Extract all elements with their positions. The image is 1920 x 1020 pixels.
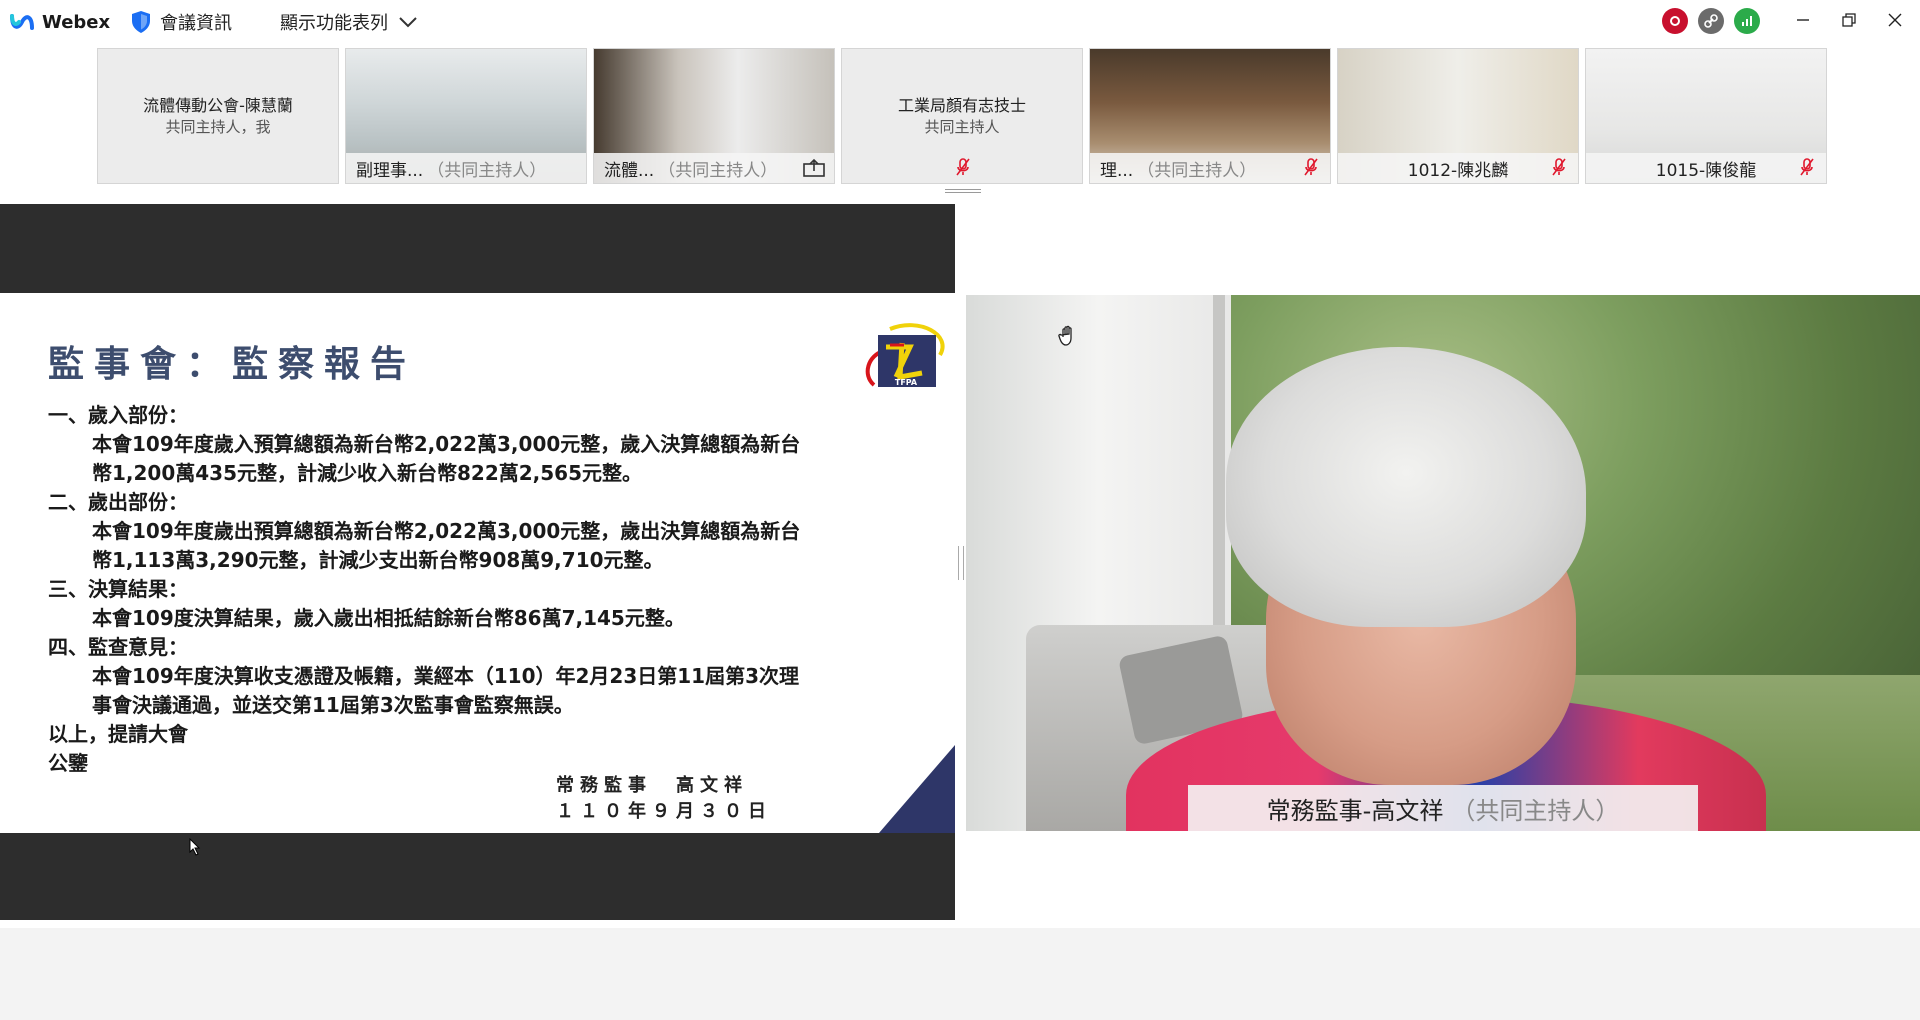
- participant-name: 工業局顏有志技士: [897, 96, 1026, 115]
- participant-label: 1015-陳俊龍: [1586, 153, 1826, 183]
- participant-name: 流體傳動公會-陳慧蘭: [143, 96, 293, 115]
- slide-corner-decoration: [879, 745, 955, 833]
- title-bar: Webex 會議資訊 顯示功能表列: [0, 0, 1920, 44]
- status-icons: [1662, 8, 1760, 34]
- webex-logo: Webex: [10, 10, 110, 34]
- signature-date: １１０年９月３０日: [556, 801, 772, 822]
- minimize-button[interactable]: [1780, 0, 1826, 40]
- slide-line: 本會109年度歲出預算總額為新台幣2,022萬3,000元整，歲出決算總額為新台: [92, 519, 801, 543]
- shield-icon: [130, 10, 152, 34]
- muted-mic-icon: [1552, 157, 1566, 177]
- share-icon: [802, 158, 826, 178]
- active-speaker-label: 常務監事-高文祥 （共同主持人）: [1188, 785, 1698, 831]
- slide-title: 監事會：監察報告: [48, 344, 417, 385]
- recording-icon[interactable]: [1662, 8, 1688, 34]
- close-icon: [1888, 13, 1902, 27]
- restore-icon: [1842, 13, 1856, 27]
- slide-line: 一、歲入部份：: [48, 403, 188, 427]
- bottom-control-area: [0, 928, 1920, 1020]
- raise-hand-icon[interactable]: [1058, 325, 1078, 347]
- chevron-down-icon: [398, 15, 418, 29]
- presentation-slide: 監事會：監察報告 一、歲入部份： 本會109年度歲入預算總額為新台幣2,022萬…: [0, 293, 955, 833]
- participant-name: 流體...: [604, 160, 655, 181]
- participant-tile[interactable]: 理... （共同主持人）: [1089, 48, 1331, 184]
- participant-tile[interactable]: 工業局顏有志技士 共同主持人: [841, 48, 1083, 184]
- participant-label: 1012-陳兆麟: [1338, 153, 1578, 183]
- show-menu-bar-button[interactable]: 顯示功能表列: [280, 9, 418, 35]
- mouse-cursor-icon: [189, 838, 201, 856]
- participant-name: 副理事...: [356, 160, 424, 181]
- participant-role: （共同主持人）: [427, 160, 547, 181]
- app-name: Webex: [42, 11, 111, 33]
- active-speaker-name: 常務監事-高文祥: [1266, 796, 1444, 825]
- slide-body: 一、歲入部份： 本會109年度歲入預算總額為新台幣2,022萬3,000元整，歲…: [48, 401, 848, 778]
- signal-icon[interactable]: [1734, 8, 1760, 34]
- slide-line: 本會109年度決算收支憑證及帳籍，業經本（110）年2月23日第11屆第3次理: [92, 664, 799, 688]
- participant-tile[interactable]: 流體傳動公會-陳慧蘭 共同主持人，我: [97, 48, 339, 184]
- show-menu-bar-label: 顯示功能表列: [280, 13, 388, 34]
- participant-role: 共同主持人: [924, 118, 1000, 136]
- muted-mic-icon: [1304, 157, 1318, 177]
- muted-mic-icon: [956, 157, 970, 177]
- participant-label: 副理事... （共同主持人）: [346, 153, 586, 183]
- participant-tile[interactable]: 副理事... （共同主持人）: [345, 48, 587, 184]
- slide-line: 以上，提請大會: [48, 722, 188, 746]
- muted-mic-icon: [1800, 157, 1814, 177]
- participant-tile[interactable]: 流體... （共同主持人）: [593, 48, 835, 184]
- participant-name: 1015-陳俊龍: [1655, 160, 1757, 181]
- active-speaker-video[interactable]: 常務監事-高文祥 （共同主持人）: [966, 295, 1920, 831]
- restore-button[interactable]: [1826, 0, 1872, 40]
- tfpa-logo: TFPA: [860, 315, 950, 405]
- slide-line: 本會109年度歲入預算總額為新台幣2,022萬3,000元整，歲入決算總額為新台: [92, 432, 801, 456]
- slide-signature: 常務監事 高文祥 １１０年９月３０日: [556, 773, 772, 825]
- slide-line: 本會109度決算結果，歲入歲出相抵結餘新台幣86萬7,145元整。: [92, 606, 685, 630]
- slide-line: 三、決算結果：: [48, 577, 188, 601]
- filmstrip-resize-handle[interactable]: [945, 189, 981, 193]
- signature-title: 常務監事 高文祥: [556, 775, 748, 796]
- active-speaker-role: （共同主持人）: [1451, 796, 1620, 825]
- slide-line: 二、歲出部份：: [48, 490, 188, 514]
- close-button[interactable]: [1872, 0, 1918, 40]
- participant-label: 理... （共同主持人）: [1090, 153, 1330, 183]
- slide-line: 幣1,200萬435元整，計減少收入新台幣822萬2,565元整。: [92, 461, 643, 485]
- tfpa-logo-text: TFPA: [895, 378, 918, 387]
- participant-role: 共同主持人，我: [165, 118, 271, 136]
- participant-role: （共同主持人）: [658, 160, 778, 181]
- shared-content-area: 監事會：監察報告 一、歲入部份： 本會109年度歲入預算總額為新台幣2,022萬…: [0, 204, 955, 920]
- participant-role: （共同主持人）: [1137, 160, 1257, 181]
- link-icon[interactable]: [1698, 8, 1724, 34]
- participant-tile[interactable]: 1012-陳兆麟: [1337, 48, 1579, 184]
- slide-line: 幣1,113萬3,290元整，計減少支出新台幣908萬9,710元整。: [92, 548, 664, 572]
- participant-filmstrip: 流體傳動公會-陳慧蘭 共同主持人，我 副理事... （共同主持人） 流體... …: [97, 48, 1827, 184]
- participant-name: 1012-陳兆麟: [1407, 160, 1509, 181]
- participant-name: 理...: [1100, 160, 1134, 181]
- participant-label: 流體... （共同主持人）: [594, 153, 834, 183]
- meeting-info-label: 會議資訊: [160, 13, 232, 34]
- minimize-icon: [1797, 19, 1809, 21]
- participant-tile[interactable]: 1015-陳俊龍: [1585, 48, 1827, 184]
- layout-splitter-handle[interactable]: [958, 546, 964, 580]
- window-controls: [1780, 0, 1918, 40]
- slide-line: 事會決議通過，並送交第11屆第3次監事會監察無誤。: [92, 693, 574, 717]
- meeting-info-button[interactable]: 會議資訊: [130, 9, 232, 35]
- slide-line: 四、監查意見：: [48, 635, 188, 659]
- webex-logo-icon: [10, 10, 34, 34]
